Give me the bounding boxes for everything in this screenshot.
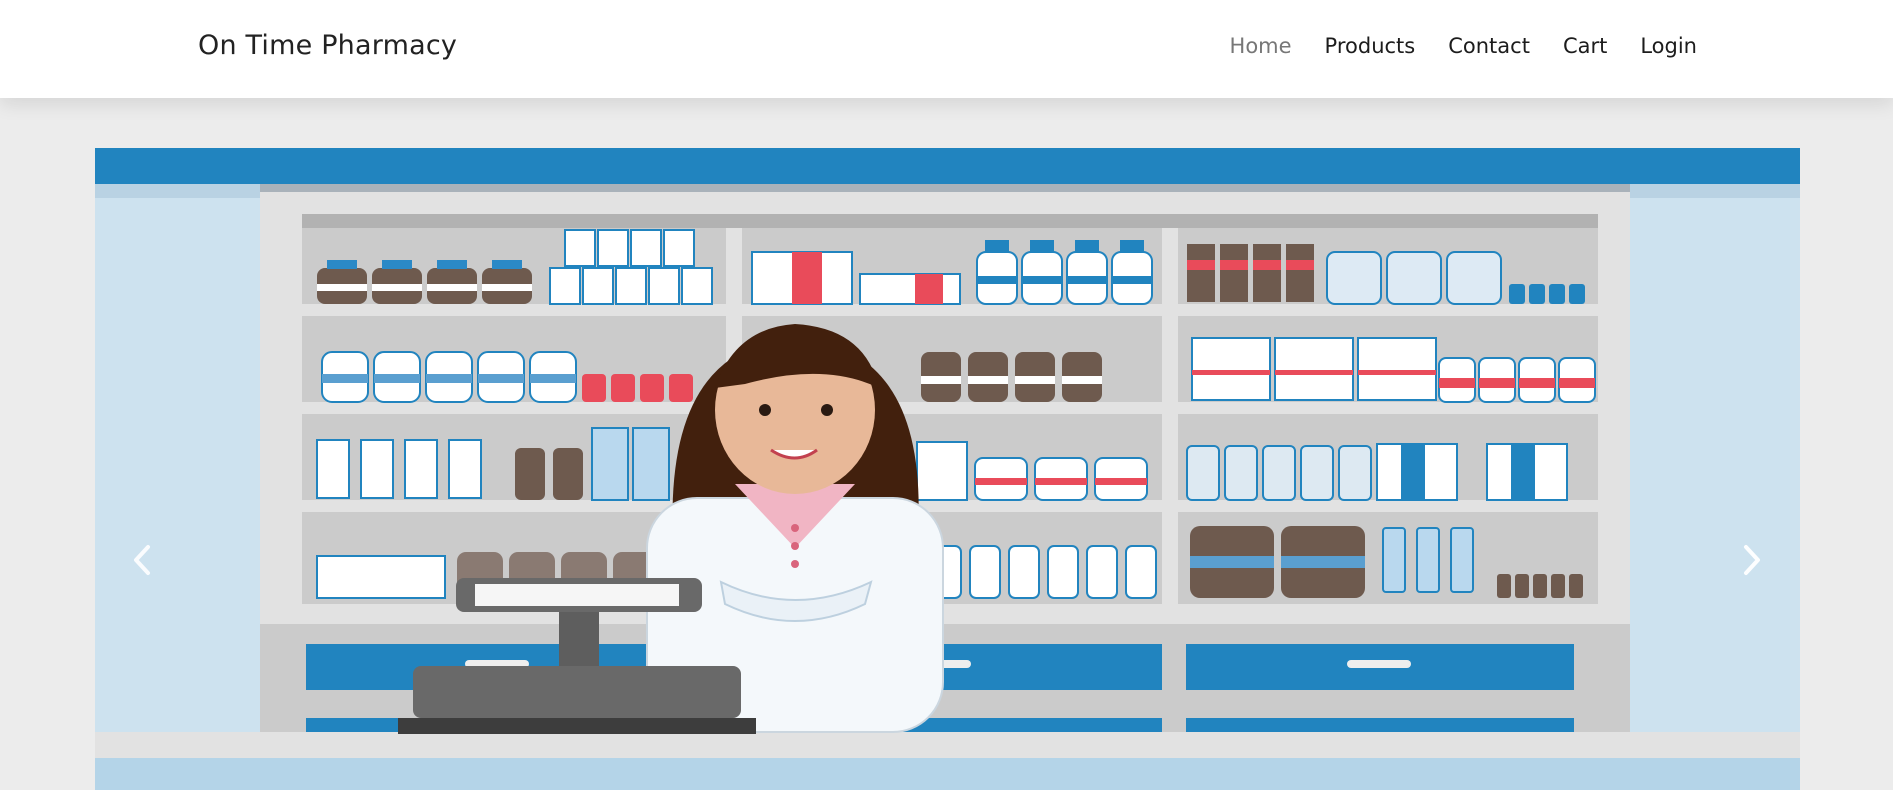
hero-carousel <box>95 148 1800 790</box>
brand-logo[interactable]: On Time Pharmacy <box>198 30 457 61</box>
chevron-right-icon <box>1744 545 1760 575</box>
carousel-prev-button[interactable] <box>112 540 172 580</box>
carousel-next-button[interactable] <box>1722 540 1782 580</box>
nav-cart-link[interactable]: Cart <box>1563 34 1607 58</box>
chevron-left-icon <box>134 545 150 575</box>
nav-products-link[interactable]: Products <box>1325 34 1416 58</box>
nav-contact-link[interactable]: Contact <box>1448 34 1530 58</box>
nav-menu: Home Products Contact Cart Login <box>1230 34 1697 58</box>
nav-home-link[interactable]: Home <box>1230 34 1292 58</box>
pharmacy-illustration <box>95 148 1800 790</box>
nav-login-link[interactable]: Login <box>1640 34 1697 58</box>
navbar: On Time Pharmacy Home Products Contact C… <box>0 0 1893 98</box>
